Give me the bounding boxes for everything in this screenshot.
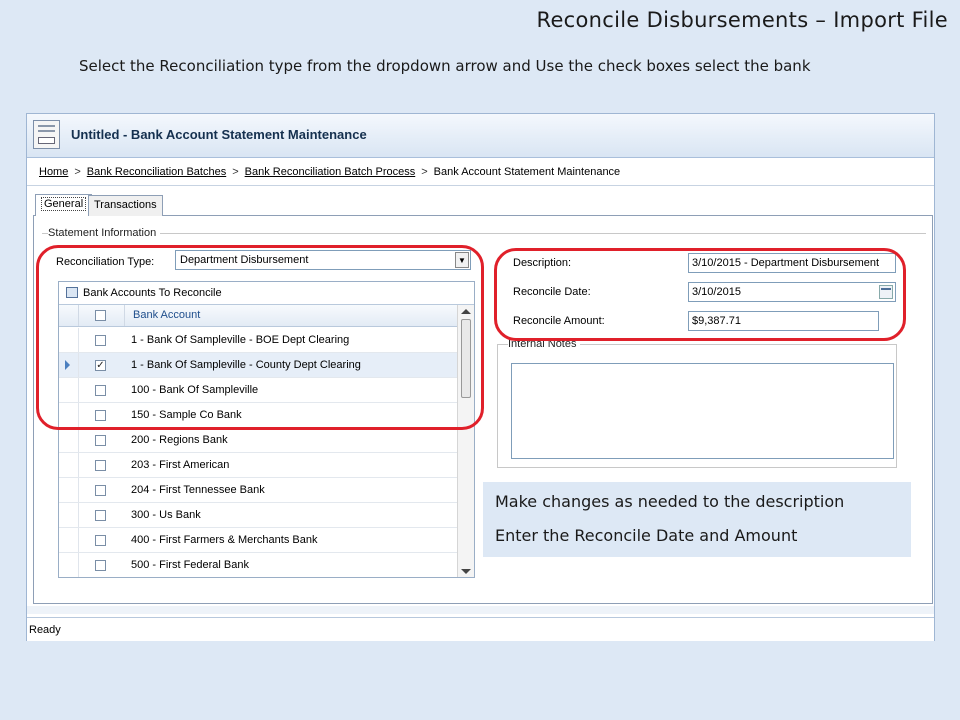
row-indicator <box>59 478 79 502</box>
bank-account-checkbox[interactable] <box>95 485 106 496</box>
row-indicator <box>59 553 79 577</box>
window-title: Untitled - Bank Account Statement Mainte… <box>71 127 367 142</box>
slide-title: Reconcile Disbursements – Import File <box>536 8 948 32</box>
highlight-oval-details <box>494 248 906 341</box>
bank-account-name: 204 - First Tennessee Bank <box>131 484 265 496</box>
breadcrumb-separator: > <box>421 166 428 178</box>
tab-general[interactable]: General <box>35 194 93 216</box>
row-check-cell <box>79 528 125 552</box>
window-titlebar: Untitled - Bank Account Statement Mainte… <box>27 114 934 158</box>
bank-account-name: 203 - First American <box>131 459 230 471</box>
slide-instruction: Select the Reconciliation type from the … <box>79 57 811 75</box>
table-row[interactable]: 500 - First Federal Bank <box>59 553 459 577</box>
breadcrumb-current: Bank Account Statement Maintenance <box>433 166 621 178</box>
statement-information-label: Statement Information <box>48 227 161 239</box>
table-row[interactable]: 203 - First American <box>59 453 459 478</box>
panel-footer <box>27 606 934 614</box>
breadcrumb-home[interactable]: Home <box>39 166 68 178</box>
breadcrumb-separator: > <box>74 166 81 178</box>
row-check-cell <box>79 553 125 577</box>
row-check-cell <box>79 453 125 477</box>
callout-line-1: Make changes as needed to the descriptio… <box>495 492 845 511</box>
tab-strip: General Transactions <box>33 192 933 216</box>
internal-notes-textarea[interactable] <box>511 363 894 459</box>
table-row[interactable]: 300 - Us Bank <box>59 503 459 528</box>
row-indicator <box>59 528 79 552</box>
breadcrumb: Home > Bank Reconciliation Batches > Bank Re… <box>27 160 934 186</box>
callout-line-2: Enter the Reconcile Date and Amount <box>495 526 798 545</box>
table-row[interactable]: 204 - First Tennessee Bank <box>59 478 459 503</box>
instruction-callout: Make changes as needed to the descriptio… <box>483 482 911 557</box>
table-row[interactable]: 400 - First Farmers & Merchants Bank <box>59 528 459 553</box>
table-row[interactable]: 200 - Regions Bank <box>59 428 459 453</box>
row-indicator <box>59 503 79 527</box>
group-divider <box>42 233 926 234</box>
status-text: Ready <box>29 624 61 636</box>
row-check-cell <box>79 478 125 502</box>
bank-account-checkbox[interactable] <box>95 460 106 471</box>
row-check-cell <box>79 503 125 527</box>
bank-account-checkbox[interactable] <box>95 560 106 571</box>
scroll-down-icon[interactable] <box>461 569 471 574</box>
tab-transactions-label: Transactions <box>94 199 157 211</box>
breadcrumb-bank-reconciliation-batches[interactable]: Bank Reconciliation Batches <box>87 166 226 178</box>
status-bar: Ready <box>27 617 934 641</box>
bank-account-name: 400 - First Farmers & Merchants Bank <box>131 534 318 546</box>
bank-account-checkbox[interactable] <box>95 535 106 546</box>
highlight-oval-reconciliation <box>36 245 484 430</box>
breadcrumb-batch-process[interactable]: Bank Reconciliation Batch Process <box>245 166 416 178</box>
form-icon <box>33 120 60 149</box>
row-check-cell <box>79 428 125 452</box>
row-indicator <box>59 453 79 477</box>
tab-transactions[interactable]: Transactions <box>88 195 163 216</box>
bank-account-name: 500 - First Federal Bank <box>131 559 249 571</box>
breadcrumb-separator: > <box>232 166 239 178</box>
bank-account-checkbox[interactable] <box>95 510 106 521</box>
tab-general-label: General <box>41 197 87 211</box>
bank-account-checkbox[interactable] <box>95 435 106 446</box>
bank-account-name: 200 - Regions Bank <box>131 434 228 446</box>
row-indicator <box>59 428 79 452</box>
bank-account-name: 300 - Us Bank <box>131 509 201 521</box>
